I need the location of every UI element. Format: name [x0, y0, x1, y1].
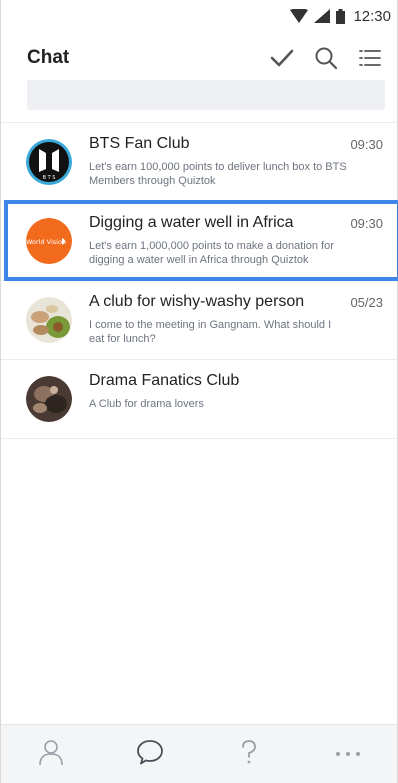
- chat-bubble-icon: [136, 738, 164, 771]
- wifi-icon: [290, 9, 309, 23]
- nav-more[interactable]: [328, 734, 368, 774]
- battery-icon: [336, 8, 346, 24]
- page-title: Chat: [27, 47, 70, 68]
- svg-text:B T S: B T S: [43, 175, 56, 181]
- chat-name: A club for wishy-washy person: [89, 293, 305, 310]
- list-menu-icon[interactable]: [357, 45, 383, 71]
- status-time: 12:30: [353, 7, 391, 25]
- chat-preview: Let's earn 100,000 points to deliver lun…: [89, 161, 347, 187]
- chat-item-bts-fan-club[interactable]: B T S BTS Fan Club 09:30 Let's earn 100,…: [1, 123, 397, 202]
- chat-preview: A Club for drama lovers: [89, 398, 204, 410]
- bottom-nav: [1, 724, 397, 783]
- more-icon: [334, 745, 362, 763]
- chat-list: B T S BTS Fan Club 09:30 Let's earn 100,…: [1, 123, 398, 439]
- chat-preview: Let's earn 1,000,000 points to make a do…: [89, 240, 334, 266]
- avatar: [26, 376, 72, 422]
- question-icon: [235, 738, 263, 771]
- nav-quiz[interactable]: [229, 734, 269, 774]
- avatar: B T S: [26, 139, 72, 185]
- signal-icon: [314, 9, 331, 23]
- chat-item-drama-fanatics[interactable]: Drama Fanatics Club A Club for drama lov…: [1, 360, 397, 439]
- nav-chat[interactable]: [130, 734, 170, 774]
- chat-name: Digging a water well in Africa: [89, 214, 294, 231]
- check-icon[interactable]: [269, 45, 295, 71]
- chat-time: 05/23: [350, 295, 383, 310]
- chat-item-water-well[interactable]: World Vision Digging a water well in Afr…: [1, 200, 398, 281]
- world-vision-logo-text: World Vision: [26, 238, 66, 246]
- chat-item-wishy-washy[interactable]: A club for wishy-washy person 05/23 I co…: [1, 281, 397, 360]
- chat-name: BTS Fan Club: [89, 135, 190, 152]
- avatar: World Vision: [26, 218, 72, 264]
- chat-name: Drama Fanatics Club: [89, 372, 240, 389]
- search-icon[interactable]: [313, 45, 339, 71]
- chat-time: 09:30: [350, 137, 383, 152]
- avatar: [26, 297, 72, 343]
- phone-screen: 12:30 Chat B T S BTS Fan Club 09:30 Let'…: [0, 0, 398, 783]
- header: Chat: [1, 40, 397, 76]
- nav-profile[interactable]: [31, 734, 71, 774]
- chat-preview: I come to the meeting in Gangnam. What s…: [89, 319, 332, 345]
- status-bar: 12:30: [1, 0, 397, 32]
- search-input[interactable]: [27, 80, 385, 110]
- chat-time: 09:30: [350, 216, 383, 231]
- person-icon: [37, 738, 65, 771]
